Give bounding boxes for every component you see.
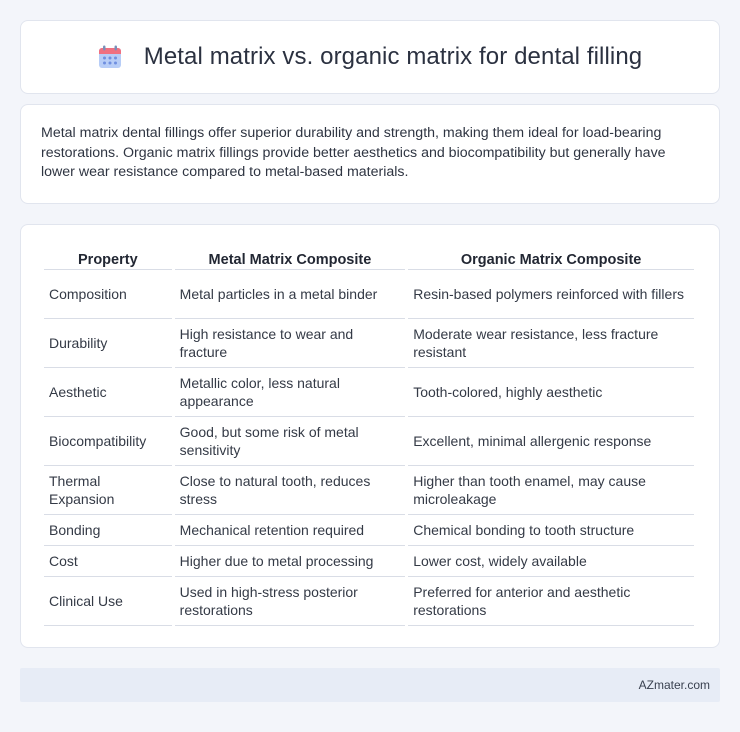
header-property: Property	[44, 245, 172, 270]
table-row: Cost Higher due to metal processing Lowe…	[44, 546, 694, 577]
comparison-table: Property Metal Matrix Composite Organic …	[41, 245, 697, 626]
page-title: Metal matrix vs. organic matrix for dent…	[143, 43, 643, 70]
row-property: Bonding	[44, 515, 172, 546]
summary-text: Metal matrix dental fillings offer super…	[41, 125, 666, 180]
row-metal-value: Good, but some risk of metal sensitivity	[174, 417, 406, 466]
row-property: Clinical Use	[44, 577, 172, 626]
row-metal-value: Metallic color, less natural appearance	[174, 368, 406, 417]
table-row: Durability High resistance to wear and f…	[44, 319, 694, 368]
row-metal-value: Used in high-stress posterior restoratio…	[174, 577, 406, 626]
row-metal-value: Close to natural tooth, reduces stress	[174, 466, 406, 515]
row-property: Cost	[44, 546, 172, 577]
header-metal-matrix: Metal Matrix Composite	[174, 245, 406, 270]
row-property: Biocompatibility	[44, 417, 172, 466]
row-metal-value: Higher due to metal processing	[174, 546, 406, 577]
table-row: Biocompatibility Good, but some risk of …	[44, 417, 694, 466]
row-organic-value: Chemical bonding to tooth structure	[408, 515, 694, 546]
row-property: Aesthetic	[44, 368, 172, 417]
row-organic-value: Excellent, minimal allergenic response	[408, 417, 694, 466]
row-organic-value: Moderate wear resistance, less fracture …	[408, 319, 694, 368]
header-organic-matrix: Organic Matrix Composite	[408, 245, 694, 270]
calendar-icon	[98, 45, 122, 69]
table-row: Thermal Expansion Close to natural tooth…	[44, 466, 694, 515]
footer-site-link[interactable]: AZmater.com	[639, 678, 710, 692]
row-metal-value: Metal particles in a metal binder	[174, 270, 406, 319]
title-wrap: Metal matrix vs. organic matrix for dent…	[98, 43, 643, 71]
row-organic-value: Preferred for anterior and aesthetic res…	[408, 577, 694, 626]
table-header-row: Property Metal Matrix Composite Organic …	[44, 245, 694, 270]
row-metal-value: High resistance to wear and fracture	[174, 319, 406, 368]
row-property: Durability	[44, 319, 172, 368]
table-row: Clinical Use Used in high-stress posteri…	[44, 577, 694, 626]
summary-card: Metal matrix dental fillings offer super…	[20, 104, 720, 204]
table-row: Aesthetic Metallic color, less natural a…	[44, 368, 694, 417]
row-organic-value: Resin-based polymers reinforced with fil…	[408, 270, 694, 319]
row-organic-value: Lower cost, widely available	[408, 546, 694, 577]
row-property: Composition	[44, 270, 172, 319]
footer: AZmater.com	[20, 668, 720, 702]
table-row: Composition Metal particles in a metal b…	[44, 270, 694, 319]
table-row: Bonding Mechanical retention required Ch…	[44, 515, 694, 546]
title-card: Metal matrix vs. organic matrix for dent…	[20, 20, 720, 94]
table-card: Property Metal Matrix Composite Organic …	[20, 224, 720, 648]
row-property: Thermal Expansion	[44, 466, 172, 515]
row-organic-value: Tooth-colored, highly aesthetic	[408, 368, 694, 417]
row-organic-value: Higher than tooth enamel, may cause micr…	[408, 466, 694, 515]
row-metal-value: Mechanical retention required	[174, 515, 406, 546]
